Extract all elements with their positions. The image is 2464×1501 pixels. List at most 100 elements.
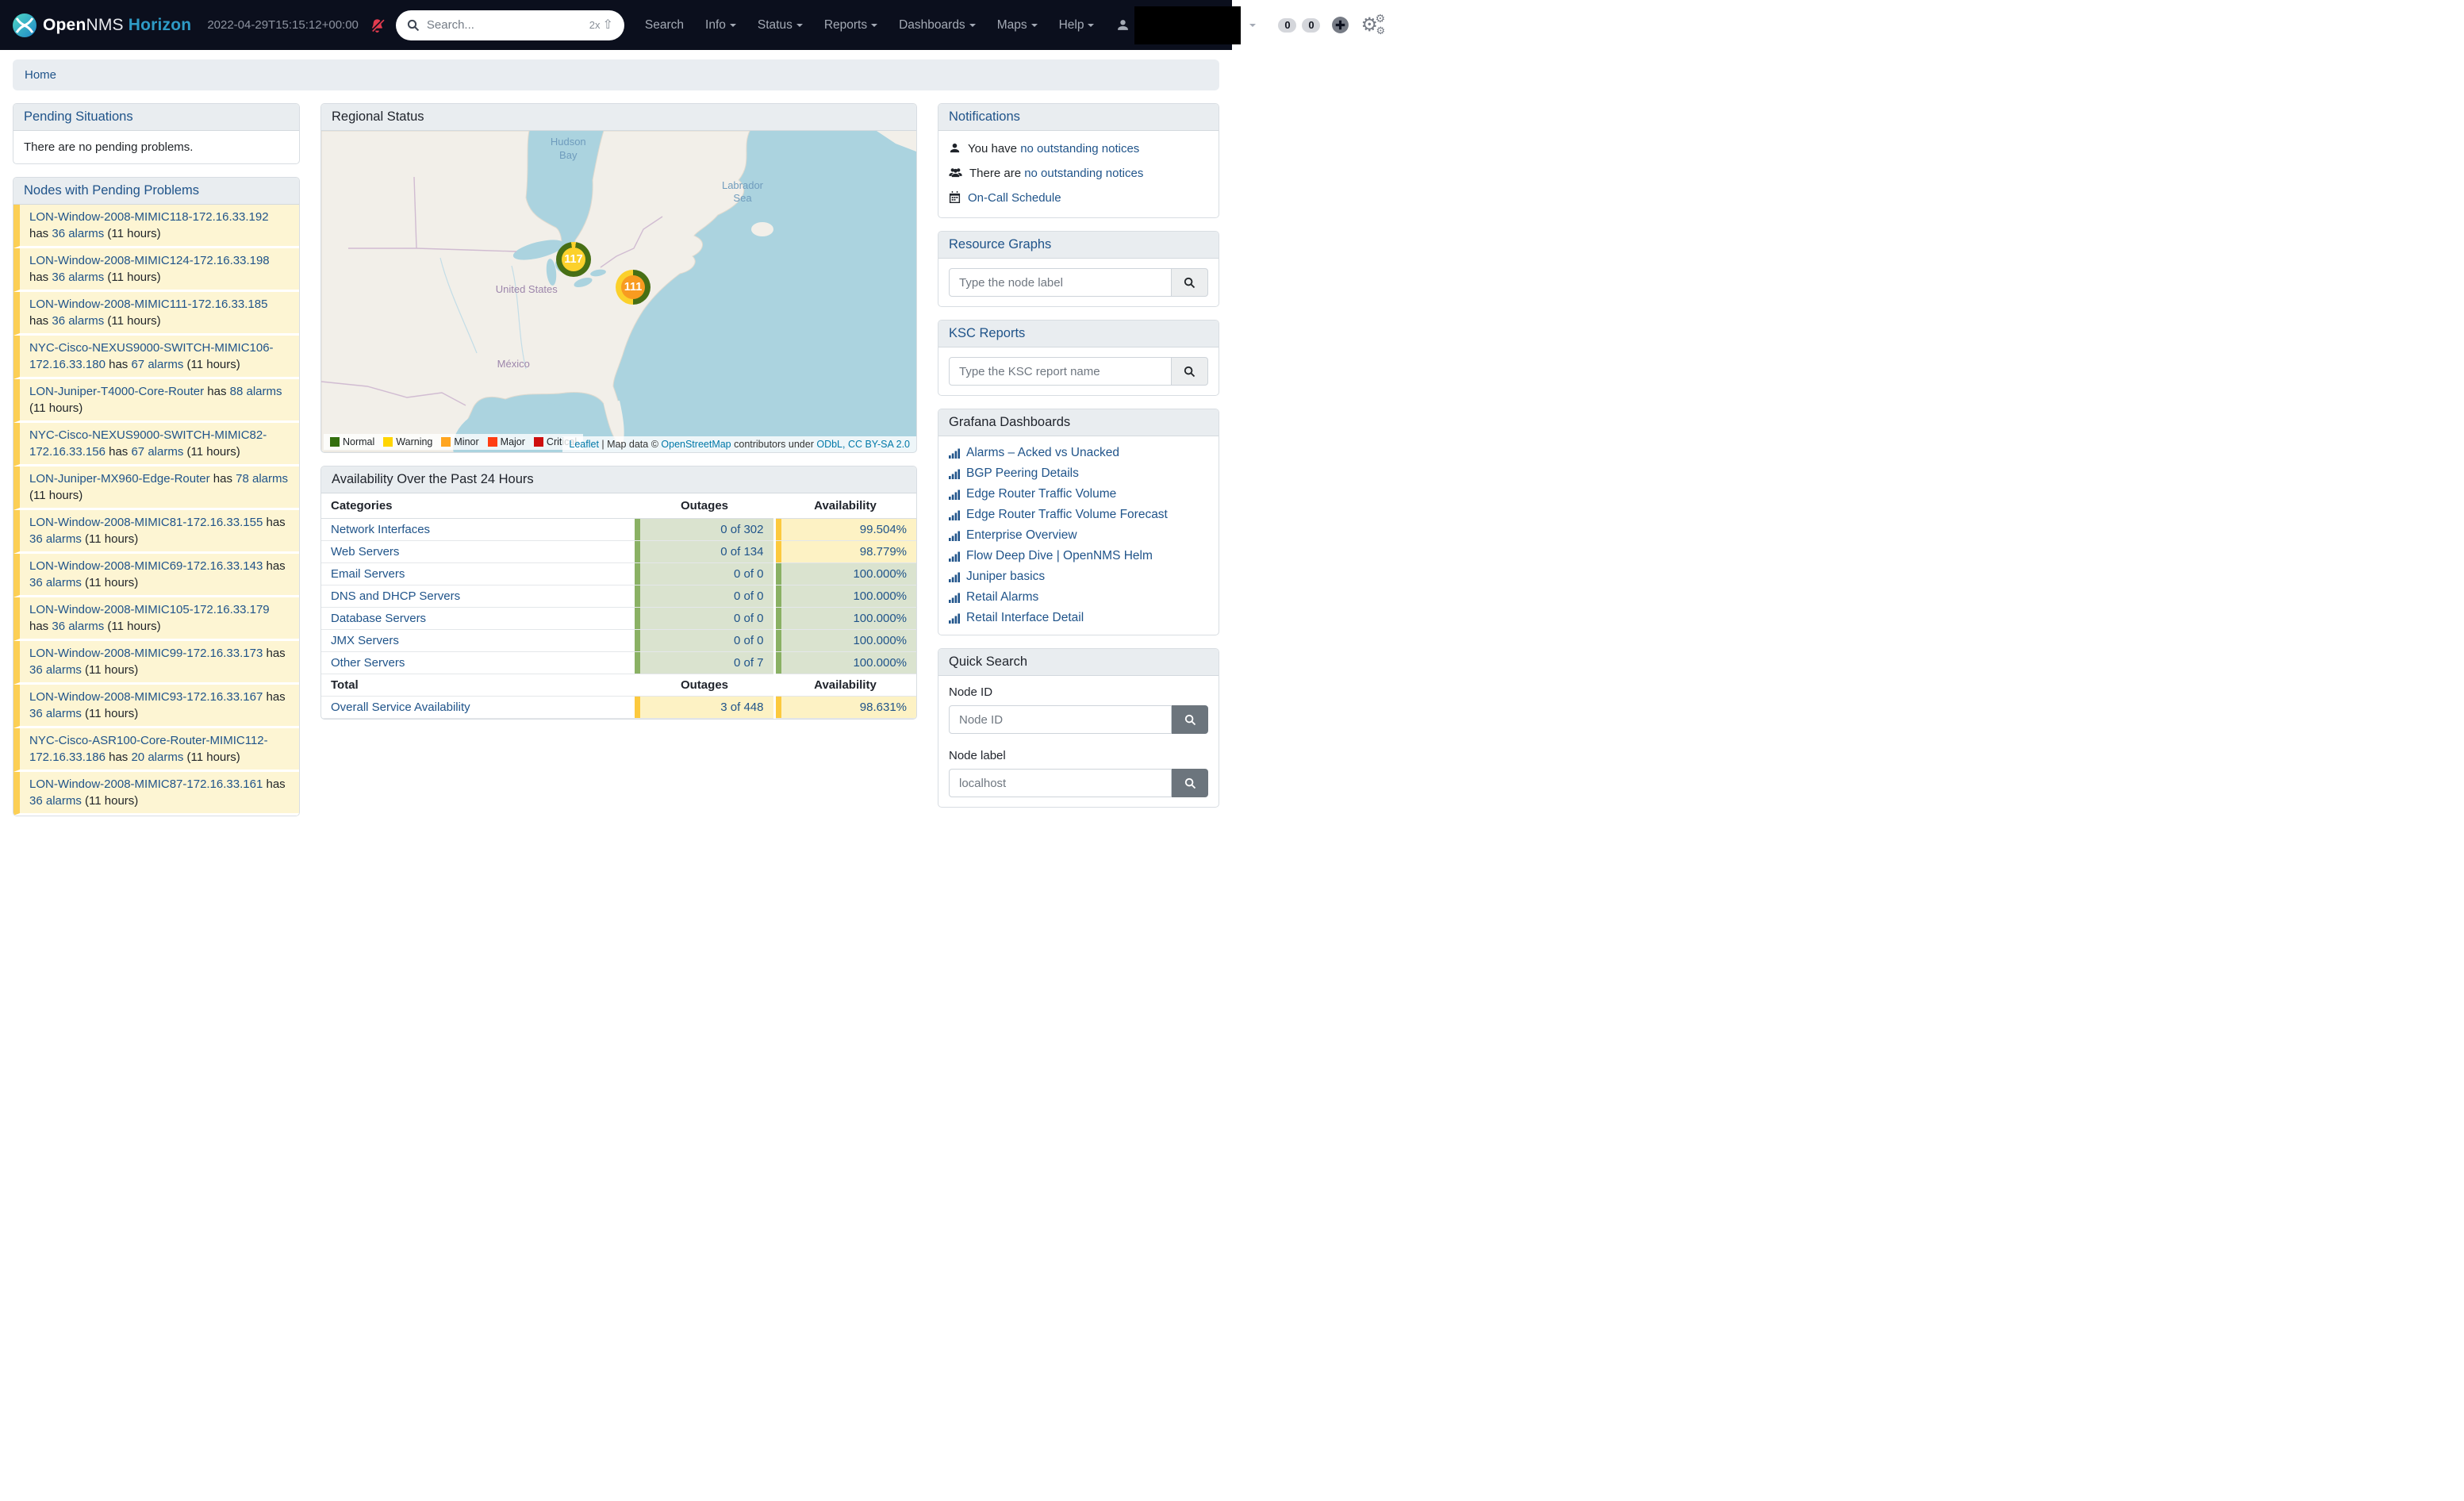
notice-count-badge[interactable]: 0 <box>1278 18 1296 33</box>
node-link[interactable]: LON-Window-2008-MIMIC118-172.16.33.192 <box>29 210 269 224</box>
grafana-dashboard-link[interactable]: Flow Deep Dive | OpenNMS Helm <box>966 549 1153 563</box>
node-link[interactable]: LON-Juniper-MX960-Edge-Router <box>29 472 210 486</box>
node-id-input[interactable] <box>949 705 1172 734</box>
map-cluster-marker[interactable]: 111 <box>616 270 651 305</box>
bar-chart-icon <box>949 448 960 459</box>
node-problem-item: LON-Window-2008-MIMIC81-172.16.33.155 ha… <box>13 510 299 554</box>
ksc-reports-search-button[interactable] <box>1172 357 1208 386</box>
has-text: has <box>106 358 132 371</box>
resource-graphs-title-link[interactable]: Resource Graphs <box>949 237 1051 251</box>
user-menu[interactable] <box>1116 6 1256 44</box>
nav-item-search[interactable]: Search <box>645 18 684 33</box>
license-link[interactable]: ODbL, CC BY-SA 2.0 <box>816 439 910 450</box>
node-alarms-link[interactable]: 36 alarms <box>29 794 82 808</box>
node-link[interactable]: LON-Window-2008-MIMIC93-172.16.33.167 <box>29 690 263 704</box>
availability-category-link[interactable]: JMX Servers <box>331 634 399 647</box>
node-alarms-link[interactable]: 36 alarms <box>52 227 104 240</box>
nav-item-dashboards[interactable]: Dashboards <box>899 18 976 33</box>
quick-add-icon[interactable] <box>1331 16 1349 34</box>
breadcrumb-home-link[interactable]: Home <box>25 68 56 82</box>
notifications-off-icon[interactable] <box>370 17 385 33</box>
grafana-dashboard-link[interactable]: Edge Router Traffic Volume Forecast <box>966 508 1168 522</box>
redacted-username[interactable] <box>1134 6 1241 44</box>
duration-text: (11 hours) <box>82 576 138 589</box>
grafana-dashboard-link[interactable]: Enterprise Overview <box>966 528 1077 543</box>
has-text: has <box>106 445 132 459</box>
node-alarms-link[interactable]: 36 alarms <box>29 576 82 589</box>
notifications-title-link[interactable]: Notifications <box>949 109 1020 124</box>
user-icon <box>1116 18 1130 32</box>
outage-count-badge[interactable]: 0 <box>1302 18 1320 33</box>
node-alarms-link[interactable]: 67 alarms <box>131 445 183 459</box>
availability-outages-cell: 0 of 134 <box>635 541 774 563</box>
node-alarms-link[interactable]: 36 alarms <box>29 663 82 677</box>
grafana-dashboard-link[interactable]: Juniper basics <box>966 570 1045 584</box>
node-problem-item: LON-Window-2008-MIMIC69-172.16.33.143 ha… <box>13 554 299 597</box>
ksc-reports-input[interactable] <box>949 357 1172 386</box>
grafana-dashboard-link[interactable]: Retail Interface Detail <box>966 611 1084 625</box>
map-cluster-marker[interactable]: 117 <box>556 242 591 277</box>
ksc-reports-title-link[interactable]: KSC Reports <box>949 326 1025 340</box>
has-text: has <box>263 647 285 660</box>
quick-search-panel: Quick Search Node ID Node label <box>938 648 1219 808</box>
bar-chart-icon <box>949 531 960 541</box>
admin-gear-icon[interactable]: ⚙⚙⚙ <box>1361 16 1378 35</box>
availability-category-link[interactable]: Database Servers <box>331 612 426 625</box>
availability-row: Email Servers0 of 0100.000% <box>321 563 916 585</box>
node-alarms-link[interactable]: 20 alarms <box>131 750 183 764</box>
nav-item-help[interactable]: Help <box>1059 18 1095 33</box>
node-link[interactable]: LON-Window-2008-MIMIC87-172.16.33.161 <box>29 777 263 791</box>
grafana-dashboard-link[interactable]: Retail Alarms <box>966 590 1038 605</box>
resource-graphs-input[interactable] <box>949 268 1172 297</box>
node-alarms-link[interactable]: 67 alarms <box>131 358 183 371</box>
resource-graphs-search-button[interactable] <box>1172 268 1208 297</box>
node-id-search-button[interactable] <box>1172 705 1208 734</box>
availability-category-link[interactable]: Other Servers <box>331 656 405 670</box>
node-alarms-link[interactable]: 36 alarms <box>29 532 82 546</box>
global-search-input[interactable] <box>427 18 582 32</box>
node-problem-item: LON-Window-2008-MIMIC105-172.16.33.179 h… <box>13 597 299 641</box>
node-label-input[interactable] <box>949 769 1172 797</box>
leaflet-link[interactable]: Leaflet <box>569 439 599 450</box>
user-notices-link[interactable]: no outstanding notices <box>1020 142 1139 155</box>
oncall-schedule-link[interactable]: On-Call Schedule <box>968 190 1061 207</box>
node-alarms-link[interactable]: 78 alarms <box>236 472 288 486</box>
availability-category: JMX Servers <box>321 630 635 652</box>
node-alarms-link[interactable]: 36 alarms <box>52 314 104 328</box>
nav-item-maps[interactable]: Maps <box>997 18 1038 33</box>
region-map[interactable]: Hudson BayLabrador SeaUnited StatesMéxic… <box>321 131 916 452</box>
nodes-pending-problems-title-link[interactable]: Nodes with Pending Problems <box>24 183 199 198</box>
node-alarms-link[interactable]: 36 alarms <box>29 707 82 720</box>
brand[interactable]: OpenNMSHorizon <box>13 13 191 37</box>
node-link[interactable]: LON-Window-2008-MIMIC124-172.16.33.198 <box>29 254 270 267</box>
node-label-search-button[interactable] <box>1172 769 1208 797</box>
node-alarms-link[interactable]: 36 alarms <box>52 271 104 284</box>
availability-category-link[interactable]: Email Servers <box>331 567 405 581</box>
chevron-down-icon <box>1088 24 1094 27</box>
openstreetmap-link[interactable]: OpenStreetMap <box>661 439 731 450</box>
pending-situations-title-link[interactable]: Pending Situations <box>24 109 133 124</box>
node-alarms-link[interactable]: 36 alarms <box>52 620 104 633</box>
map-attribution: Leaflet | Map data © OpenStreetMap contr… <box>562 436 916 452</box>
node-link[interactable]: LON-Window-2008-MIMIC111-172.16.33.185 <box>29 298 267 311</box>
node-link[interactable]: LON-Juniper-T4000-Core-Router <box>29 385 204 398</box>
grafana-dashboard-link[interactable]: Edge Router Traffic Volume <box>966 487 1116 501</box>
nav-item-info[interactable]: Info <box>705 18 736 33</box>
nav-item-status[interactable]: Status <box>758 18 803 33</box>
grafana-dashboard-link[interactable]: Alarms – Acked vs Unacked <box>966 446 1119 460</box>
availability-category-link[interactable]: Web Servers <box>331 545 399 559</box>
availability-category-link[interactable]: Network Interfaces <box>331 523 430 536</box>
duration-text: (11 hours) <box>82 707 138 720</box>
node-alarms-link[interactable]: 88 alarms <box>230 385 282 398</box>
node-link[interactable]: LON-Window-2008-MIMIC105-172.16.33.179 <box>29 603 270 616</box>
map-cluster-count: 111 <box>621 275 645 299</box>
node-link[interactable]: LON-Window-2008-MIMIC69-172.16.33.143 <box>29 559 263 573</box>
grafana-dashboard-link[interactable]: BGP Peering Details <box>966 466 1079 481</box>
availability-category-link[interactable]: DNS and DHCP Servers <box>331 589 460 603</box>
availability-row: Web Servers0 of 13498.779% <box>321 541 916 563</box>
node-link[interactable]: LON-Window-2008-MIMIC81-172.16.33.155 <box>29 516 263 529</box>
nav-item-reports[interactable]: Reports <box>824 18 877 33</box>
all-notices-link[interactable]: no outstanding notices <box>1024 167 1143 180</box>
availability-category-link[interactable]: Overall Service Availability <box>331 701 470 714</box>
node-link[interactable]: LON-Window-2008-MIMIC99-172.16.33.173 <box>29 647 263 660</box>
